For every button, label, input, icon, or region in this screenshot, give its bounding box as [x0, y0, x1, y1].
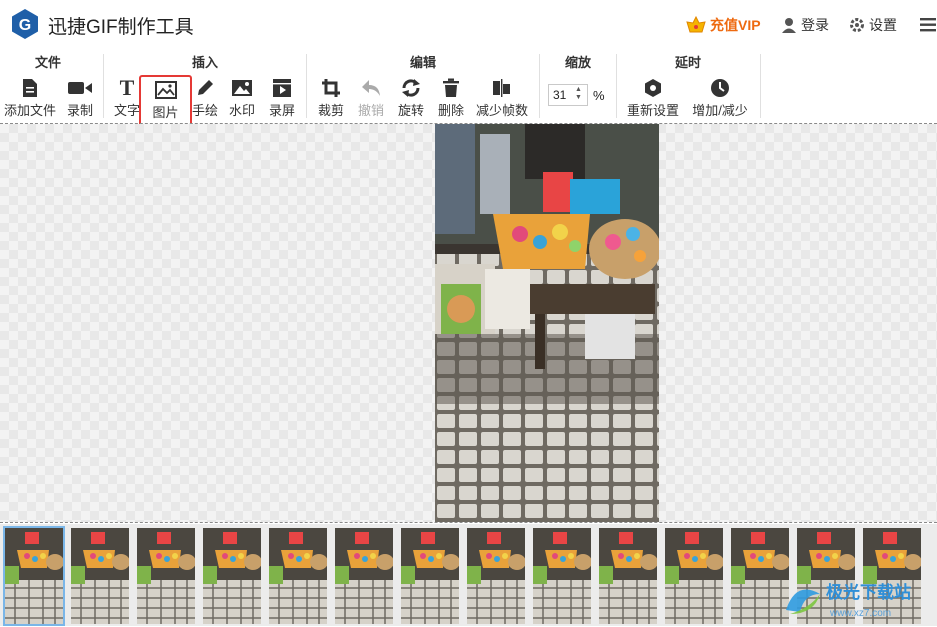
- crop-icon: [322, 79, 340, 97]
- svg-text:www.xz7.com: www.xz7.com: [829, 608, 891, 619]
- reduce-frames-button[interactable]: 减少帧数: [473, 76, 531, 120]
- group-title-insert: 插入: [191, 55, 218, 70]
- frame-thumbnail[interactable]: [599, 528, 657, 624]
- undo-label: 撤销: [357, 103, 384, 118]
- text-icon: T: [119, 75, 135, 100]
- gif-preview-image[interactable]: [435, 124, 659, 522]
- insert-image-button[interactable]: 图片: [139, 75, 192, 129]
- frame-thumbnail[interactable]: [71, 528, 129, 624]
- rotate-button[interactable]: 旋转: [395, 76, 427, 120]
- frame-thumbnail[interactable]: [269, 528, 327, 624]
- crop-button[interactable]: 裁剪: [315, 76, 347, 120]
- reset-icon: [645, 79, 661, 97]
- undo-icon: [362, 80, 380, 96]
- trash-icon: [443, 78, 459, 97]
- picture-icon: [232, 80, 252, 96]
- vip-label: 充值VIP: [710, 17, 761, 33]
- screen-record-button[interactable]: 录屏: [266, 76, 298, 120]
- adjust-delay-button[interactable]: 增加/减少: [688, 76, 752, 120]
- group-title-zoom: 缩放: [564, 55, 591, 70]
- zoom-unit: %: [593, 88, 605, 103]
- crown-icon: [686, 16, 706, 33]
- watermark-label: 水印: [228, 103, 255, 118]
- frame-thumbnail[interactable]: [665, 528, 723, 624]
- reduce-frames-label: 减少帧数: [475, 103, 528, 118]
- video-camera-icon: [68, 82, 92, 94]
- film-icon: [273, 79, 291, 97]
- image-icon: [154, 81, 177, 99]
- rotate-icon: [402, 79, 420, 97]
- frame-thumbnail[interactable]: [401, 528, 459, 624]
- settings-button[interactable]: 设置: [849, 15, 897, 35]
- divider: [306, 54, 307, 118]
- login-button[interactable]: 登录: [781, 15, 829, 35]
- group-title-file: 文件: [34, 55, 61, 70]
- frame-thumbnail[interactable]: [533, 528, 591, 624]
- undo-button[interactable]: 撤销: [355, 76, 387, 120]
- insert-image-label: 图片: [152, 105, 179, 120]
- reset-delay-label: 重新设置: [626, 103, 679, 118]
- add-file-button[interactable]: 添加文件: [2, 76, 58, 120]
- svg-text:极光下载站: 极光下载站: [826, 582, 911, 602]
- file-icon: [23, 79, 37, 97]
- frame-thumbnail[interactable]: [137, 528, 195, 624]
- reset-delay-button[interactable]: 重新设置: [624, 76, 682, 120]
- delete-label: 删除: [437, 103, 464, 118]
- zoom-stepper-arrows[interactable]: ▲ ▼: [575, 86, 582, 102]
- divider: [539, 54, 540, 118]
- clock-icon: [711, 79, 729, 97]
- draw-button[interactable]: 手绘: [190, 76, 220, 120]
- add-file-label: 添加文件: [3, 103, 56, 118]
- insert-text-label: 文字: [113, 103, 140, 118]
- group-title-edit: 编辑: [409, 55, 436, 70]
- user-icon: [782, 18, 796, 33]
- ribbon-toolbar: 文件 插入 编辑 缩放 延时 添加文件 录制 T 文字 图片 手绘 水印 录屏 …: [0, 48, 937, 129]
- settings-label: 设置: [869, 17, 897, 33]
- rotate-label: 旋转: [397, 103, 424, 118]
- site-watermark: 极光下载站 www.xz7.com: [780, 574, 930, 622]
- divider: [760, 54, 761, 118]
- vip-button[interactable]: 充值VIP: [686, 15, 761, 35]
- frame-thumbnail[interactable]: [335, 528, 393, 624]
- insert-text-button[interactable]: T 文字: [112, 75, 142, 120]
- reduce-frames-icon: [493, 79, 510, 97]
- svg-text:G: G: [19, 17, 31, 34]
- frame-thumbnail[interactable]: [467, 528, 525, 624]
- divider: [103, 54, 104, 118]
- delete-button[interactable]: 删除: [435, 76, 467, 120]
- app-title: 迅捷GIF制作工具: [48, 17, 194, 38]
- login-label: 登录: [801, 17, 829, 33]
- draw-label: 手绘: [191, 103, 218, 118]
- app-logo-icon: G: [12, 9, 38, 39]
- divider: [616, 54, 617, 118]
- hamburger-menu-icon[interactable]: [920, 18, 936, 32]
- zoom-input[interactable]: 31: [548, 84, 588, 106]
- pencil-icon: [198, 80, 213, 95]
- crop-label: 裁剪: [317, 103, 344, 118]
- record-button[interactable]: 录制: [62, 76, 98, 120]
- record-label: 录制: [66, 103, 93, 118]
- canvas-bottom-border: [0, 522, 937, 523]
- group-title-delay: 延时: [674, 55, 701, 70]
- title-bar: G 迅捷GIF制作工具 充值VIP 登录 设置: [0, 0, 937, 49]
- frame-thumbnail[interactable]: [3, 526, 65, 626]
- frame-thumbnail[interactable]: [203, 528, 261, 624]
- gear-icon: [850, 18, 864, 32]
- watermark-button[interactable]: 水印: [226, 76, 258, 120]
- screen-record-label: 录屏: [268, 103, 295, 118]
- adjust-delay-label: 增加/减少: [692, 103, 748, 118]
